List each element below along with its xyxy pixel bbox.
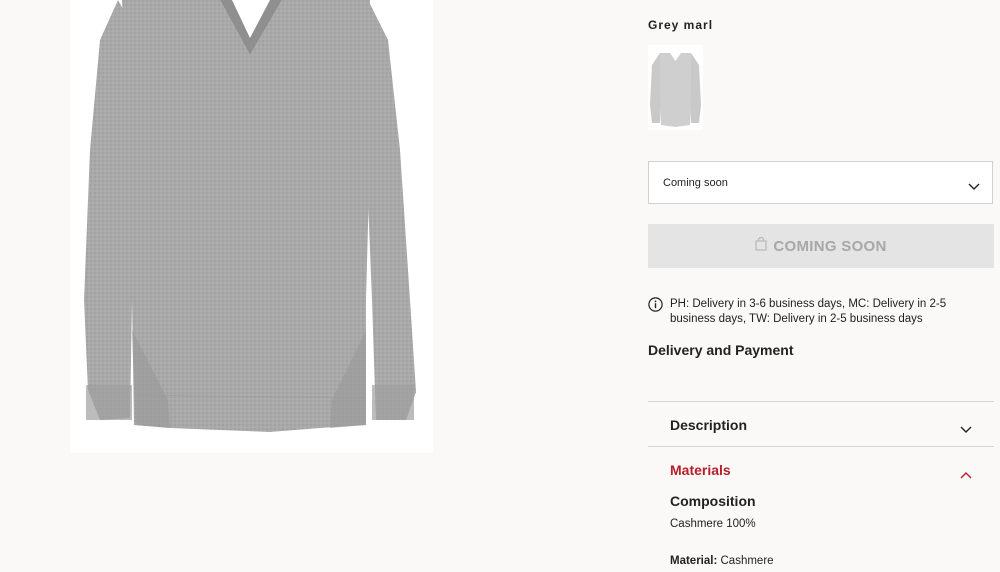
material-value: Cashmere	[720, 555, 774, 567]
chevron-up-icon	[960, 466, 972, 484]
composition-value: Cashmere 100%	[670, 518, 756, 530]
info-icon	[648, 297, 663, 317]
coming-soon-button[interactable]: COMING SOON	[648, 224, 994, 268]
delivery-and-payment-link[interactable]: Delivery and Payment	[648, 342, 794, 358]
accordion-description-title: Description	[670, 417, 748, 433]
material-label: Material:	[670, 555, 718, 567]
color-swatch-grey-marl[interactable]	[648, 45, 703, 130]
shopping-bag-icon	[755, 236, 767, 255]
material-line: Material: Cashmere	[670, 555, 774, 567]
size-select-value: Coming soon	[663, 177, 728, 189]
divider	[648, 401, 994, 402]
accordion-materials-title: Materials	[670, 462, 731, 478]
product-image[interactable]	[70, 0, 433, 453]
color-name: Grey marl	[648, 18, 714, 32]
divider	[648, 446, 994, 447]
delivery-note-text: PH: Delivery in 3-6 business days, MC: D…	[670, 298, 947, 325]
coming-soon-label: COMING SOON	[773, 237, 887, 255]
sweater-illustration	[84, 0, 416, 432]
accordion-materials[interactable]: Materials	[648, 448, 994, 492]
accordion-description[interactable]: Description	[648, 403, 994, 447]
chevron-down-icon	[960, 421, 972, 439]
size-select[interactable]: Coming soon	[648, 161, 993, 204]
composition-heading: Composition	[670, 493, 756, 509]
chevron-down-icon	[968, 178, 980, 196]
swatch-thumbnail	[650, 53, 701, 127]
